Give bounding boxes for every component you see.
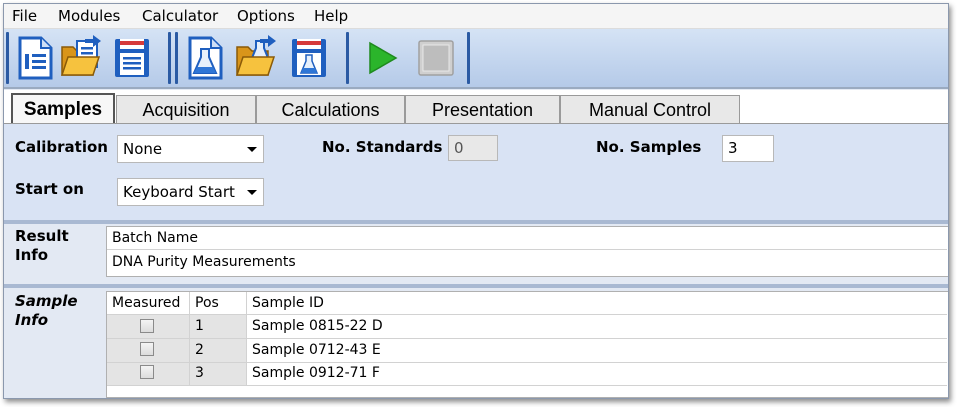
toolbar [4,29,948,89]
measured-checkbox[interactable] [140,342,154,356]
menu-modules[interactable]: Modules [58,7,120,25]
new-method-button[interactable] [184,35,228,81]
batch-name-header: Batch Name [112,230,198,246]
sample-info-label: Sample Info [15,292,78,329]
menu-calculator[interactable]: Calculator [142,7,218,25]
sample-info-panel: Sample Info Measured Pos Sample ID 1 Samp… [4,288,948,398]
open-report-button[interactable] [59,35,103,81]
new-report-icon [18,36,53,80]
calibration-label: Calibration [15,138,108,156]
menu-options[interactable]: Options [237,7,295,25]
start-on-dropdown[interactable]: Keyboard Start [117,178,264,206]
settings-panel: Calibration None No. Standards 0 No. Sam… [4,124,948,220]
calibration-value: None [123,140,163,158]
save-report-icon [115,39,149,77]
toolbar-separator [467,32,470,84]
grid-line [107,249,947,250]
row-pos: 1 [195,318,204,334]
save-method-icon [292,39,326,77]
start-on-value: Keyboard Start [123,183,235,201]
result-info-label: Result Info [15,227,69,264]
new-report-button[interactable] [14,35,58,81]
grid-line [189,292,190,385]
sample-grid: Measured Pos Sample ID 1 Sample 0815-22 … [106,291,948,398]
tab-acquisition[interactable]: Acquisition [116,95,256,123]
row-sample-id[interactable]: Sample 0815-22 D [247,315,947,338]
save-report-button[interactable] [110,35,154,81]
row-sample-id[interactable]: Sample 0912-71 F [247,362,947,385]
tab-calculations[interactable]: Calculations [256,95,405,123]
menu-bar: File Modules Calculator Options Help [4,4,948,29]
toolbar-separator [175,32,178,84]
chevron-down-icon [247,190,257,195]
stop-button[interactable] [414,35,458,81]
measured-checkbox[interactable] [140,319,154,333]
samples-count-label: No. Samples [596,138,702,156]
row-pos: 2 [195,342,204,358]
samples-count-input[interactable]: 3 [722,135,774,162]
tab-manual-control[interactable]: Manual Control [560,95,740,123]
play-icon [369,41,398,75]
stop-icon [418,40,454,76]
measured-checkbox[interactable] [140,365,154,379]
open-folder-icon [60,35,101,76]
tab-presentation[interactable]: Presentation [405,95,560,123]
toolbar-separator [168,32,171,84]
column-header-pos[interactable]: Pos [190,292,246,314]
standards-label: No. Standards [322,138,443,156]
result-grid: Batch Name DNA Purity Measurements [106,226,948,277]
column-header-sample-id[interactable]: Sample ID [247,292,947,314]
row-sample-id[interactable]: Sample 0712-43 E [247,339,947,362]
row-pos: 3 [195,365,204,381]
new-method-icon [188,36,223,80]
menu-file[interactable]: File [12,7,37,25]
grid-line [107,385,947,386]
toolbar-separator [6,32,9,84]
standards-field: 0 [448,135,498,161]
column-header-measured[interactable]: Measured [107,292,189,314]
result-info-panel: Result Info Batch Name DNA Purity Measure… [4,224,948,284]
start-on-label: Start on [15,180,84,198]
batch-name-value[interactable]: DNA Purity Measurements [107,251,947,275]
open-method-icon [235,35,276,76]
tab-samples[interactable]: Samples [11,93,115,126]
save-method-button[interactable] [287,35,331,81]
chevron-down-icon [247,147,257,152]
grid-line [246,292,247,385]
tab-bar: Acquisition Calculations Presentation Ma… [4,90,948,126]
run-button[interactable] [362,35,406,81]
toolbar-separator [346,32,349,84]
menu-help[interactable]: Help [314,7,348,25]
app-window: File Modules Calculator Options Help Acq… [3,3,949,399]
calibration-dropdown[interactable]: None [117,135,264,163]
open-method-button[interactable] [234,35,278,81]
